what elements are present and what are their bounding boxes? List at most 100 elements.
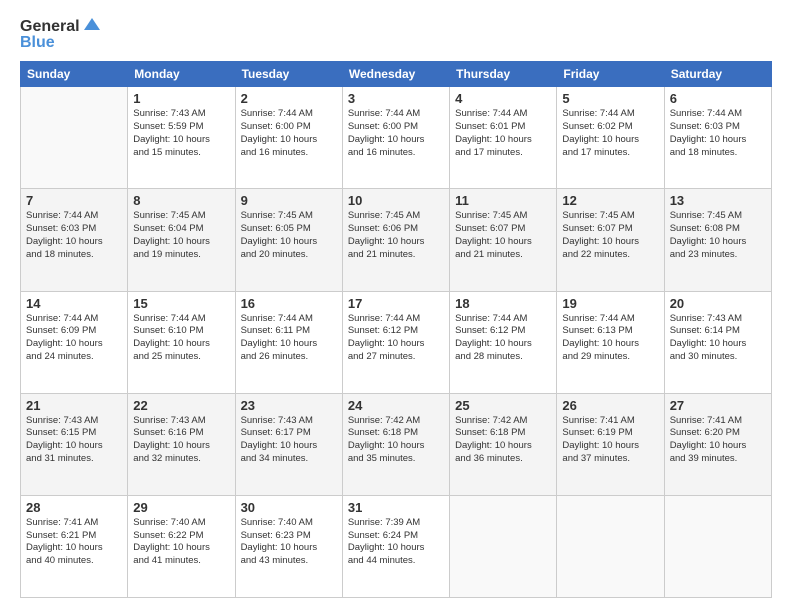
day-info: Sunrise: 7:45 AM Sunset: 6:07 PM Dayligh… [562, 210, 658, 261]
calendar-cell: 11Sunrise: 7:45 AM Sunset: 6:07 PM Dayli… [450, 189, 557, 291]
calendar-cell: 30 Sunrise: 7:40 AM Sunset: 6:23 PM Dayli… [235, 495, 342, 597]
calendar-cell: 1Sunrise: 7:43 AM Sunset: 5:59 PM Daylig… [128, 87, 235, 189]
calendar-cell: 15Sunrise: 7:44 AM Sunset: 6:10 PM Dayli… [128, 291, 235, 393]
day-info: Sunrise: 7:44 AM Sunset: 6:00 PM Dayligh… [241, 108, 337, 159]
day-number: 30 [241, 500, 337, 515]
calendar-cell: 29Sunrise: 7:40 AM Sunset: 6:22 PM Dayli… [128, 495, 235, 597]
calendar-header-row: SundayMondayTuesdayWednesdayThursdayFrid… [21, 62, 772, 87]
day-number: 15 [133, 296, 229, 311]
day-info: Sunrise: 7:44 AM Sunset: 6:03 PM Dayligh… [670, 108, 766, 159]
day-info: Sunrise: 7:44 AM Sunset: 6:01 PM Dayligh… [455, 108, 551, 159]
calendar-cell: 9 Sunrise: 7:45 AM Sunset: 6:05 PM Daylig… [235, 189, 342, 291]
day-info: Sunrise: 7:42 AM Sunset: 6:18 PM Dayligh… [455, 415, 551, 466]
calendar-cell: 17Sunrise: 7:44 AM Sunset: 6:12 PM Dayli… [342, 291, 449, 393]
day-number: 3 [348, 91, 444, 106]
calendar-cell: 2 Sunrise: 7:44 AM Sunset: 6:00 PM Daylig… [235, 87, 342, 189]
day-info: Sunrise: 7:39 AM Sunset: 6:24 PM Dayligh… [348, 517, 444, 568]
day-number: 2 [241, 91, 337, 106]
day-info: Sunrise: 7:44 AM Sunset: 6:03 PM Dayligh… [26, 210, 122, 261]
day-info: Sunrise: 7:42 AM Sunset: 6:18 PM Dayligh… [348, 415, 444, 466]
header: General Blue [20, 18, 772, 51]
calendar-cell: 23 Sunrise: 7:43 AM Sunset: 6:17 PM Dayli… [235, 393, 342, 495]
calendar-week-row: 28 Sunrise: 7:41 AM Sunset: 6:21 PM Dayli… [21, 495, 772, 597]
day-number: 8 [133, 193, 229, 208]
day-info: Sunrise: 7:44 AM Sunset: 6:13 PM Dayligh… [562, 313, 658, 364]
calendar-cell: 27 Sunrise: 7:41 AM Sunset: 6:20 PM Dayli… [664, 393, 771, 495]
day-number: 21 [26, 398, 122, 413]
column-header-thursday: Thursday [450, 62, 557, 87]
column-header-wednesday: Wednesday [342, 62, 449, 87]
day-number: 29 [133, 500, 229, 515]
day-number: 16 [241, 296, 337, 311]
page: General Blue SundayMondayTuesdayWednesda… [0, 0, 792, 612]
day-number: 25 [455, 398, 551, 413]
calendar-cell: 10 Sunrise: 7:45 AM Sunset: 6:06 PM Dayli… [342, 189, 449, 291]
logo: General Blue [20, 18, 100, 51]
day-number: 27 [670, 398, 766, 413]
day-info: Sunrise: 7:40 AM Sunset: 6:23 PM Dayligh… [241, 517, 337, 568]
day-info: Sunrise: 7:41 AM Sunset: 6:19 PM Dayligh… [562, 415, 658, 466]
day-number: 12 [562, 193, 658, 208]
calendar-cell: 25 Sunrise: 7:42 AM Sunset: 6:18 PM Dayli… [450, 393, 557, 495]
day-info: Sunrise: 7:43 AM Sunset: 6:16 PM Dayligh… [133, 415, 229, 466]
day-info: Sunrise: 7:45 AM Sunset: 6:04 PM Dayligh… [133, 210, 229, 261]
day-info: Sunrise: 7:45 AM Sunset: 6:05 PM Dayligh… [241, 210, 337, 261]
day-info: Sunrise: 7:44 AM Sunset: 6:00 PM Dayligh… [348, 108, 444, 159]
day-number: 24 [348, 398, 444, 413]
day-info: Sunrise: 7:43 AM Sunset: 6:15 PM Dayligh… [26, 415, 122, 466]
day-info: Sunrise: 7:44 AM Sunset: 6:02 PM Dayligh… [562, 108, 658, 159]
calendar-cell: 26 Sunrise: 7:41 AM Sunset: 6:19 PM Dayli… [557, 393, 664, 495]
calendar-table: SundayMondayTuesdayWednesdayThursdayFrid… [20, 61, 772, 598]
calendar-cell: 7 Sunrise: 7:44 AM Sunset: 6:03 PM Daylig… [21, 189, 128, 291]
day-number: 14 [26, 296, 122, 311]
calendar-cell: 13 Sunrise: 7:45 AM Sunset: 6:08 PM Dayli… [664, 189, 771, 291]
day-number: 11 [455, 193, 551, 208]
calendar-cell: 4 Sunrise: 7:44 AM Sunset: 6:01 PM Daylig… [450, 87, 557, 189]
calendar-cell: 18Sunrise: 7:44 AM Sunset: 6:12 PM Dayli… [450, 291, 557, 393]
day-number: 18 [455, 296, 551, 311]
calendar-cell: 5 Sunrise: 7:44 AM Sunset: 6:02 PM Daylig… [557, 87, 664, 189]
calendar-cell: 14Sunrise: 7:44 AM Sunset: 6:09 PM Dayli… [21, 291, 128, 393]
day-info: Sunrise: 7:45 AM Sunset: 6:06 PM Dayligh… [348, 210, 444, 261]
day-number: 10 [348, 193, 444, 208]
day-info: Sunrise: 7:45 AM Sunset: 6:08 PM Dayligh… [670, 210, 766, 261]
day-number: 7 [26, 193, 122, 208]
calendar-week-row: 7 Sunrise: 7:44 AM Sunset: 6:03 PM Daylig… [21, 189, 772, 291]
calendar-cell [450, 495, 557, 597]
column-header-tuesday: Tuesday [235, 62, 342, 87]
calendar-cell [664, 495, 771, 597]
day-number: 19 [562, 296, 658, 311]
day-number: 31 [348, 500, 444, 515]
day-number: 4 [455, 91, 551, 106]
calendar-cell: 12 Sunrise: 7:45 AM Sunset: 6:07 PM Dayli… [557, 189, 664, 291]
logo-blue-text: Blue [20, 34, 55, 52]
calendar-week-row: 21 Sunrise: 7:43 AM Sunset: 6:15 PM Dayli… [21, 393, 772, 495]
day-number: 20 [670, 296, 766, 311]
day-number: 23 [241, 398, 337, 413]
calendar-week-row: 14Sunrise: 7:44 AM Sunset: 6:09 PM Dayli… [21, 291, 772, 393]
calendar-cell: 22Sunrise: 7:43 AM Sunset: 6:16 PM Dayli… [128, 393, 235, 495]
day-info: Sunrise: 7:41 AM Sunset: 6:21 PM Dayligh… [26, 517, 122, 568]
day-number: 6 [670, 91, 766, 106]
calendar-cell [21, 87, 128, 189]
calendar-cell: 28 Sunrise: 7:41 AM Sunset: 6:21 PM Dayli… [21, 495, 128, 597]
day-number: 26 [562, 398, 658, 413]
calendar-cell: 31 Sunrise: 7:39 AM Sunset: 6:24 PM Dayli… [342, 495, 449, 597]
day-info: Sunrise: 7:43 AM Sunset: 6:17 PM Dayligh… [241, 415, 337, 466]
day-number: 13 [670, 193, 766, 208]
day-number: 17 [348, 296, 444, 311]
day-number: 9 [241, 193, 337, 208]
day-info: Sunrise: 7:43 AM Sunset: 5:59 PM Dayligh… [133, 108, 229, 159]
day-info: Sunrise: 7:41 AM Sunset: 6:20 PM Dayligh… [670, 415, 766, 466]
calendar-cell: 24 Sunrise: 7:42 AM Sunset: 6:18 PM Dayli… [342, 393, 449, 495]
day-number: 5 [562, 91, 658, 106]
column-header-sunday: Sunday [21, 62, 128, 87]
calendar-week-row: 1Sunrise: 7:43 AM Sunset: 5:59 PM Daylig… [21, 87, 772, 189]
calendar-cell: 8 Sunrise: 7:45 AM Sunset: 6:04 PM Daylig… [128, 189, 235, 291]
column-header-monday: Monday [128, 62, 235, 87]
logo-arrow-icon [82, 16, 100, 34]
day-number: 28 [26, 500, 122, 515]
day-info: Sunrise: 7:44 AM Sunset: 6:11 PM Dayligh… [241, 313, 337, 364]
day-info: Sunrise: 7:43 AM Sunset: 6:14 PM Dayligh… [670, 313, 766, 364]
calendar-cell: 19 Sunrise: 7:44 AM Sunset: 6:13 PM Dayli… [557, 291, 664, 393]
